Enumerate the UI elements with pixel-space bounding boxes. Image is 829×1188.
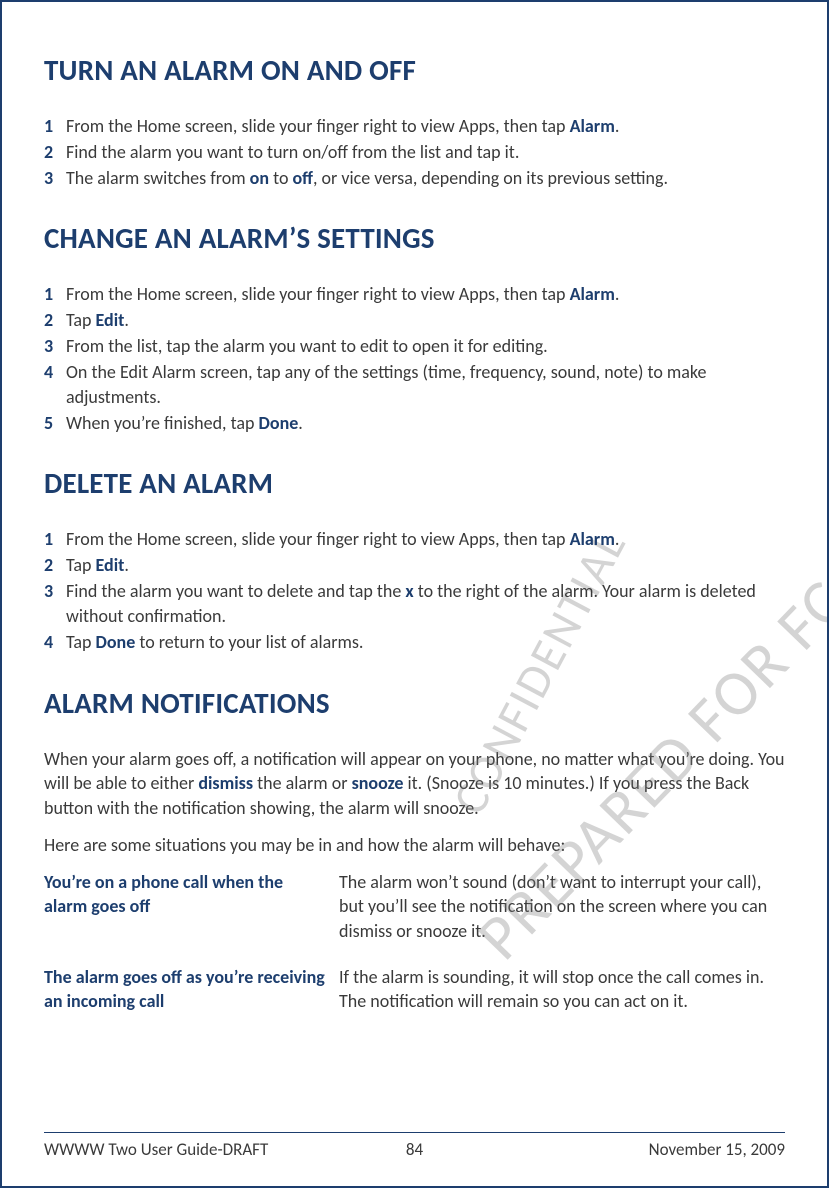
steps-turn-alarm: 1 From the Home screen, slide your finge… (44, 114, 785, 190)
step-text: , or vice versa, depending on its previo… (313, 167, 668, 189)
step-text: Find the alarm you want to delete and ta… (66, 580, 405, 602)
step-text: On the Edit Alarm screen, tap any of the… (66, 361, 706, 408)
strong-text: Alarm (570, 115, 615, 137)
heading-turn-alarm: TURN AN ALARM ON AND OFF (44, 52, 785, 88)
list-item: 3 The alarm switches from on to off, or … (44, 166, 785, 191)
strong-text: Alarm (570, 283, 615, 305)
step-text: to return to your list of alarms. (135, 631, 363, 653)
strong-text: Done (96, 631, 136, 653)
page-frame: PREPARED FOR FCC CERTIFICATION CONFIDENT… (0, 0, 829, 1188)
step-number: 3 (44, 579, 53, 604)
step-text: Tap (66, 309, 96, 331)
strong-text: x (405, 580, 413, 602)
step-text: When you’re finished, tap (66, 412, 259, 434)
row-text: If the alarm is sounding, it will stop o… (339, 965, 785, 1014)
step-text: . (615, 115, 620, 137)
body-paragraph: When your alarm goes off, a notification… (44, 747, 785, 821)
step-text: . (298, 412, 303, 434)
list-item: 3 From the list, tap the alarm you want … (44, 334, 785, 359)
step-text: Find the alarm you want to turn on/off f… (66, 141, 519, 163)
table-row: The alarm goes off as you’re receiving a… (44, 965, 785, 1014)
strong-text: Done (259, 412, 299, 434)
step-number: 3 (44, 166, 53, 191)
notification-table: You’re on a phone call when the alarm go… (44, 870, 785, 1013)
row-label: The alarm goes off as you’re receiving a… (44, 965, 339, 1014)
row-text: The alarm won’t sound (don’t want to int… (339, 870, 785, 943)
strong-text: snooze (352, 772, 404, 794)
heading-change-settings: CHANGE AN ALARM’S SETTINGS (44, 220, 785, 256)
step-text: Tap (66, 554, 96, 576)
step-number: 5 (44, 411, 53, 436)
list-item: 2 Find the alarm you want to turn on/off… (44, 140, 785, 165)
strong-text: Edit (96, 554, 125, 576)
step-text: From the Home screen, slide your finger … (66, 283, 570, 305)
strong-text: dismiss (198, 772, 253, 794)
heading-alarm-notifications: ALARM NOTIFICATIONS (44, 685, 785, 721)
step-text: . (124, 554, 129, 576)
step-text: . (615, 528, 620, 550)
step-text: From the Home screen, slide your finger … (66, 528, 570, 550)
footer-page-number: 84 (406, 1139, 423, 1160)
steps-change-settings: 1 From the Home screen, slide your finge… (44, 282, 785, 435)
body-paragraph: Here are some situations you may be in a… (44, 833, 785, 858)
list-item: 1 From the Home screen, slide your finge… (44, 282, 785, 307)
strong-text: on (250, 167, 269, 189)
step-text: The alarm switches from (66, 167, 250, 189)
step-number: 3 (44, 334, 53, 359)
strong-text: Alarm (570, 528, 615, 550)
list-item: 2 Tap Edit. (44, 553, 785, 578)
step-text: From the list, tap the alarm you want to… (66, 335, 548, 357)
steps-delete-alarm: 1 From the Home screen, slide your finge… (44, 527, 785, 654)
list-item: 3 Find the alarm you want to delete and … (44, 579, 785, 629)
step-number: 1 (44, 114, 53, 139)
step-text: Tap (66, 631, 96, 653)
footer-right: November 15, 2009 (649, 1139, 785, 1160)
step-text: From the Home screen, slide your finger … (66, 115, 570, 137)
step-number: 4 (44, 630, 53, 655)
step-text: . (124, 309, 129, 331)
step-text: . (615, 283, 620, 305)
step-number: 2 (44, 308, 53, 333)
step-number: 1 (44, 527, 53, 552)
row-label: You’re on a phone call when the alarm go… (44, 870, 339, 943)
list-item: 5 When you’re finished, tap Done. (44, 411, 785, 436)
step-text: to (269, 167, 292, 189)
step-number: 4 (44, 360, 53, 385)
paragraph-text: the alarm or (253, 772, 352, 794)
heading-delete-alarm: DELETE AN ALARM (44, 465, 785, 501)
strong-text: Edit (96, 309, 125, 331)
strong-text: off (293, 167, 314, 189)
list-item: 4 On the Edit Alarm screen, tap any of t… (44, 360, 785, 410)
step-number: 2 (44, 553, 53, 578)
list-item: 4 Tap Done to return to your list of ala… (44, 630, 785, 655)
table-row: You’re on a phone call when the alarm go… (44, 870, 785, 943)
page-footer: WWWW Two User Guide-DRAFT 84 November 15… (44, 1132, 785, 1160)
footer-left: WWWW Two User Guide-DRAFT (44, 1139, 268, 1160)
list-item: 1 From the Home screen, slide your finge… (44, 114, 785, 139)
step-number: 1 (44, 282, 53, 307)
list-item: 2 Tap Edit. (44, 308, 785, 333)
list-item: 1 From the Home screen, slide your finge… (44, 527, 785, 552)
step-number: 2 (44, 140, 53, 165)
